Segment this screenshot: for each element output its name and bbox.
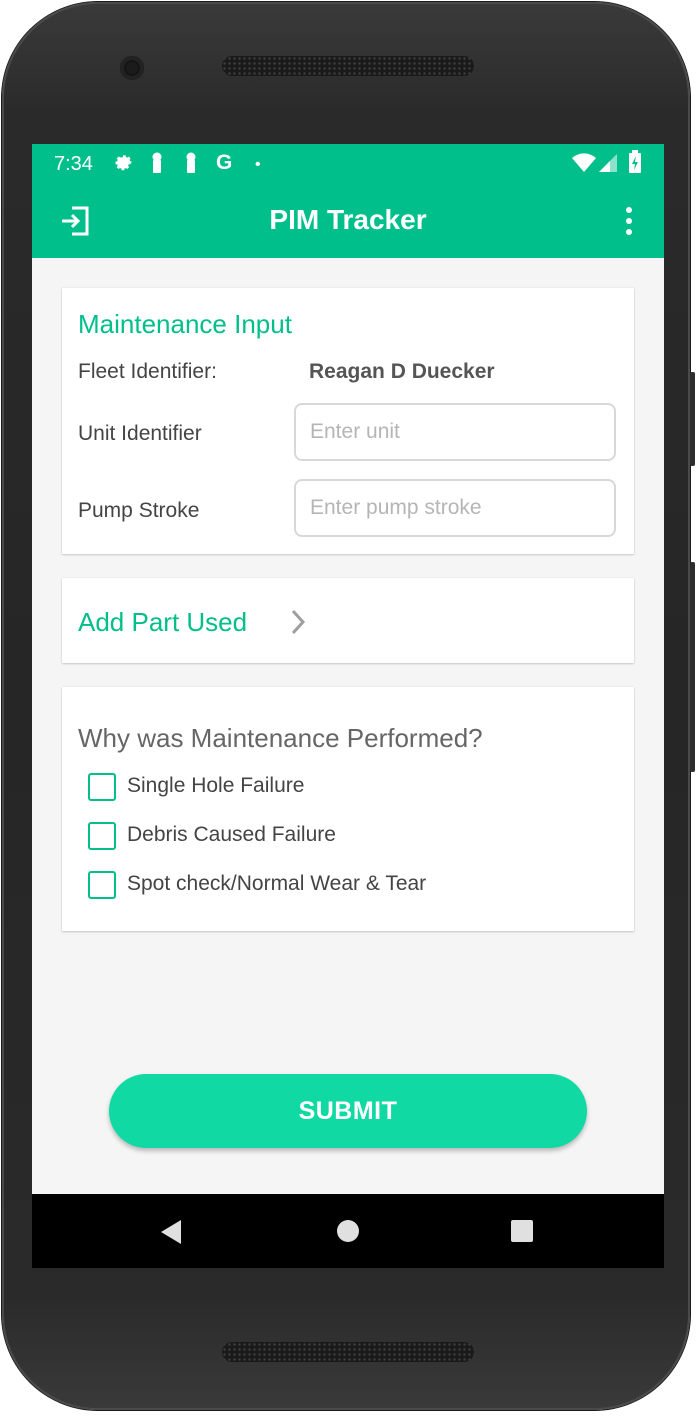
back-icon[interactable] [159, 1219, 183, 1250]
key-icon [150, 152, 164, 179]
chevron-right-icon [289, 608, 307, 641]
home-icon[interactable] [336, 1219, 360, 1248]
screen: 7:34 G • PIM Tracker Maintenance Input F… [32, 144, 664, 1268]
cell-signal-icon [598, 153, 618, 178]
fleet-identifier-value: Reagan D Duecker [309, 360, 495, 383]
bottom-speaker [222, 1342, 474, 1362]
battery-icon [628, 150, 642, 179]
power-button [690, 372, 695, 466]
google-g-icon: G [216, 151, 233, 174]
unit-identifier-input[interactable] [294, 403, 616, 461]
pump-stroke-label: Pump Stroke [78, 499, 200, 522]
wifi-icon [571, 153, 597, 178]
checkbox-label: Spot check/Normal Wear & Tear [127, 872, 427, 895]
checkbox[interactable] [88, 773, 116, 801]
add-part-used-row[interactable]: Add Part Used [62, 578, 634, 663]
app-title: PIM Tracker [269, 204, 427, 235]
checkbox[interactable] [88, 871, 116, 899]
front-camera [120, 56, 144, 80]
unit-identifier-label: Unit Identifier [78, 422, 202, 445]
checkbox-label: Single Hole Failure [127, 774, 305, 797]
maintenance-input-title: Maintenance Input [78, 309, 292, 339]
checkbox[interactable] [88, 822, 116, 850]
key-icon [184, 152, 198, 179]
volume-button [690, 562, 695, 772]
overflow-menu-icon[interactable] [624, 206, 634, 241]
top-speaker [222, 56, 474, 76]
phone-frame: 7:34 G • PIM Tracker Maintenance Input F… [2, 2, 690, 1410]
gear-icon [114, 152, 134, 177]
submit-button[interactable]: SUBMIT [109, 1074, 587, 1148]
maintenance-input-card: Maintenance Input Fleet Identifier: Reag… [62, 288, 634, 554]
maintenance-reason-title: Why was Maintenance Performed? [78, 723, 483, 753]
fleet-identifier-label: Fleet Identifier: [78, 360, 217, 383]
checkbox-label: Debris Caused Failure [127, 823, 336, 846]
app-bar: PIM Tracker [32, 184, 664, 258]
pump-stroke-input[interactable] [294, 479, 616, 537]
status-time: 7:34 [54, 153, 93, 175]
dot-icon: • [255, 156, 261, 173]
status-bar: 7:34 G • [32, 144, 664, 184]
navigation-bar [32, 1194, 664, 1268]
add-part-used-label: Add Part Used [78, 607, 248, 637]
recents-icon[interactable] [510, 1219, 534, 1248]
maintenance-reason-card: Why was Maintenance Performed? Single Ho… [62, 687, 634, 931]
